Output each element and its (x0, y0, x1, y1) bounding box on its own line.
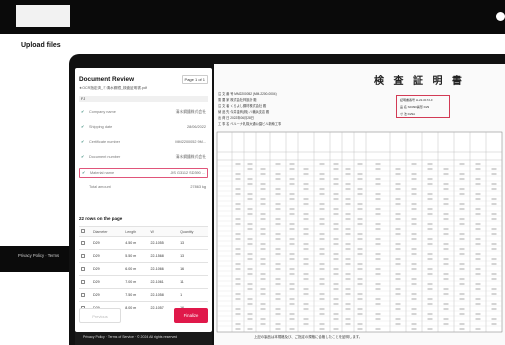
document-certification-text: 上記の製品は本規格及び、ご指定の規格に合格したことを証明します。 (254, 335, 363, 339)
col-diameter: Diameter (91, 226, 124, 237)
row-checkbox[interactable] (81, 240, 85, 245)
table-row[interactable]: D29 6.00 m 22-1066 16 (79, 262, 208, 276)
rows-table: Diameter Length W Quantity D29 4.50 m 22… (79, 226, 208, 315)
app-footer-links[interactable]: Privacy Policy · Terms (18, 253, 59, 258)
document-red-line: 寸 法 D29A (400, 112, 416, 116)
document-meta-line: 納 品 先 今井金商(株) 八幡浜支店 殿 (218, 110, 270, 114)
select-all-checkbox[interactable] (81, 229, 85, 233)
previous-button[interactable]: Previous (79, 308, 121, 323)
file-name: ★OCR指定済_①清水鋼鐵_検査証明書.pdf (79, 86, 147, 90)
document-heading: 検 査 証 明 書 (374, 76, 465, 87)
panel-footer-links[interactable]: Privacy Policy · Terms of Service · © 20… (83, 335, 177, 339)
document-preview[interactable]: 検 査 証 明 書 注 文 番 号 MM2200052 (MM-2200-000… (214, 64, 505, 345)
col-w: W (148, 226, 179, 237)
document-meta-line: 出 荷 日 2022年06月28日 (218, 116, 254, 120)
table-row[interactable]: D29 4.50 m 22-1055 13 (79, 236, 208, 250)
table-header-row: Diameter Length W Quantity (79, 226, 208, 237)
row-checkbox[interactable] (81, 279, 85, 284)
field-material-name[interactable]: ✔ Material name JIS G3112 SD390 ... (79, 168, 208, 178)
field-company-name[interactable]: ✔ Company name 清水鋼鐵株式会社 (79, 108, 208, 118)
page-indicator[interactable]: Page 1 of 1 (181, 75, 208, 84)
check-icon: ✔ (81, 109, 85, 114)
table-row[interactable]: D29 7.50 m 22-1058 1 (79, 288, 208, 302)
app-logo[interactable] (16, 5, 70, 27)
check-icon: ✔ (81, 154, 85, 159)
check-icon: ✔ (81, 124, 85, 129)
table-row[interactable]: D29 7.00 m 22-1061 11 (79, 275, 208, 289)
check-icon: ✔ (82, 170, 86, 175)
check-icon: ✔ (81, 139, 85, 144)
review-title: Document Review (79, 76, 135, 83)
app-header (0, 0, 505, 34)
fj-label: FJ (79, 96, 208, 102)
rows-count-title: 22 rows on the page (79, 216, 123, 221)
document-data-grid (216, 131, 503, 333)
document-meta-line: 注 文 者 くらよし鋼材株式会社 殿 (218, 104, 267, 108)
document-meta-line: 工 事 名 ベルーナ札幌大通公園ビル新築工事 (218, 122, 282, 126)
row-checkbox[interactable] (81, 292, 85, 297)
document-red-line: 証明書番号 H-22-0172-F (400, 98, 433, 102)
page-title: Upload files (21, 42, 61, 49)
avatar-icon[interactable] (496, 12, 505, 21)
document-red-line: 品 名 SD390異形 D29 (400, 105, 430, 109)
field-total-amount[interactable]: Total amount 27863 kg (79, 183, 208, 193)
field-certificate-number[interactable]: ✔ Certificate number MM2200052 9M... (79, 138, 208, 148)
field-shipping-date[interactable]: ✔ Shipping date 28/06/2022 (79, 123, 208, 133)
table-row[interactable]: D29 5.50 m 22-1568 13 (79, 249, 208, 263)
review-panel: Document Review Page 1 of 1 ★OCR指定済_①清水鋼… (75, 68, 212, 332)
document-meta-line: 注 文 番 号 MM2200052 (MM-2200-0004) (218, 92, 277, 96)
row-checkbox[interactable] (81, 266, 85, 271)
field-document-number[interactable]: ✔ Document number 清水鋼鐵株式会社 (79, 153, 208, 163)
document-meta-line: 需 要 家 株式会社梓設計 殿 (218, 98, 257, 102)
col-length: Length (123, 226, 149, 237)
row-checkbox[interactable] (81, 253, 85, 258)
col-quantity: Quantity (178, 226, 208, 237)
finalize-button[interactable]: Finalize (174, 308, 208, 323)
